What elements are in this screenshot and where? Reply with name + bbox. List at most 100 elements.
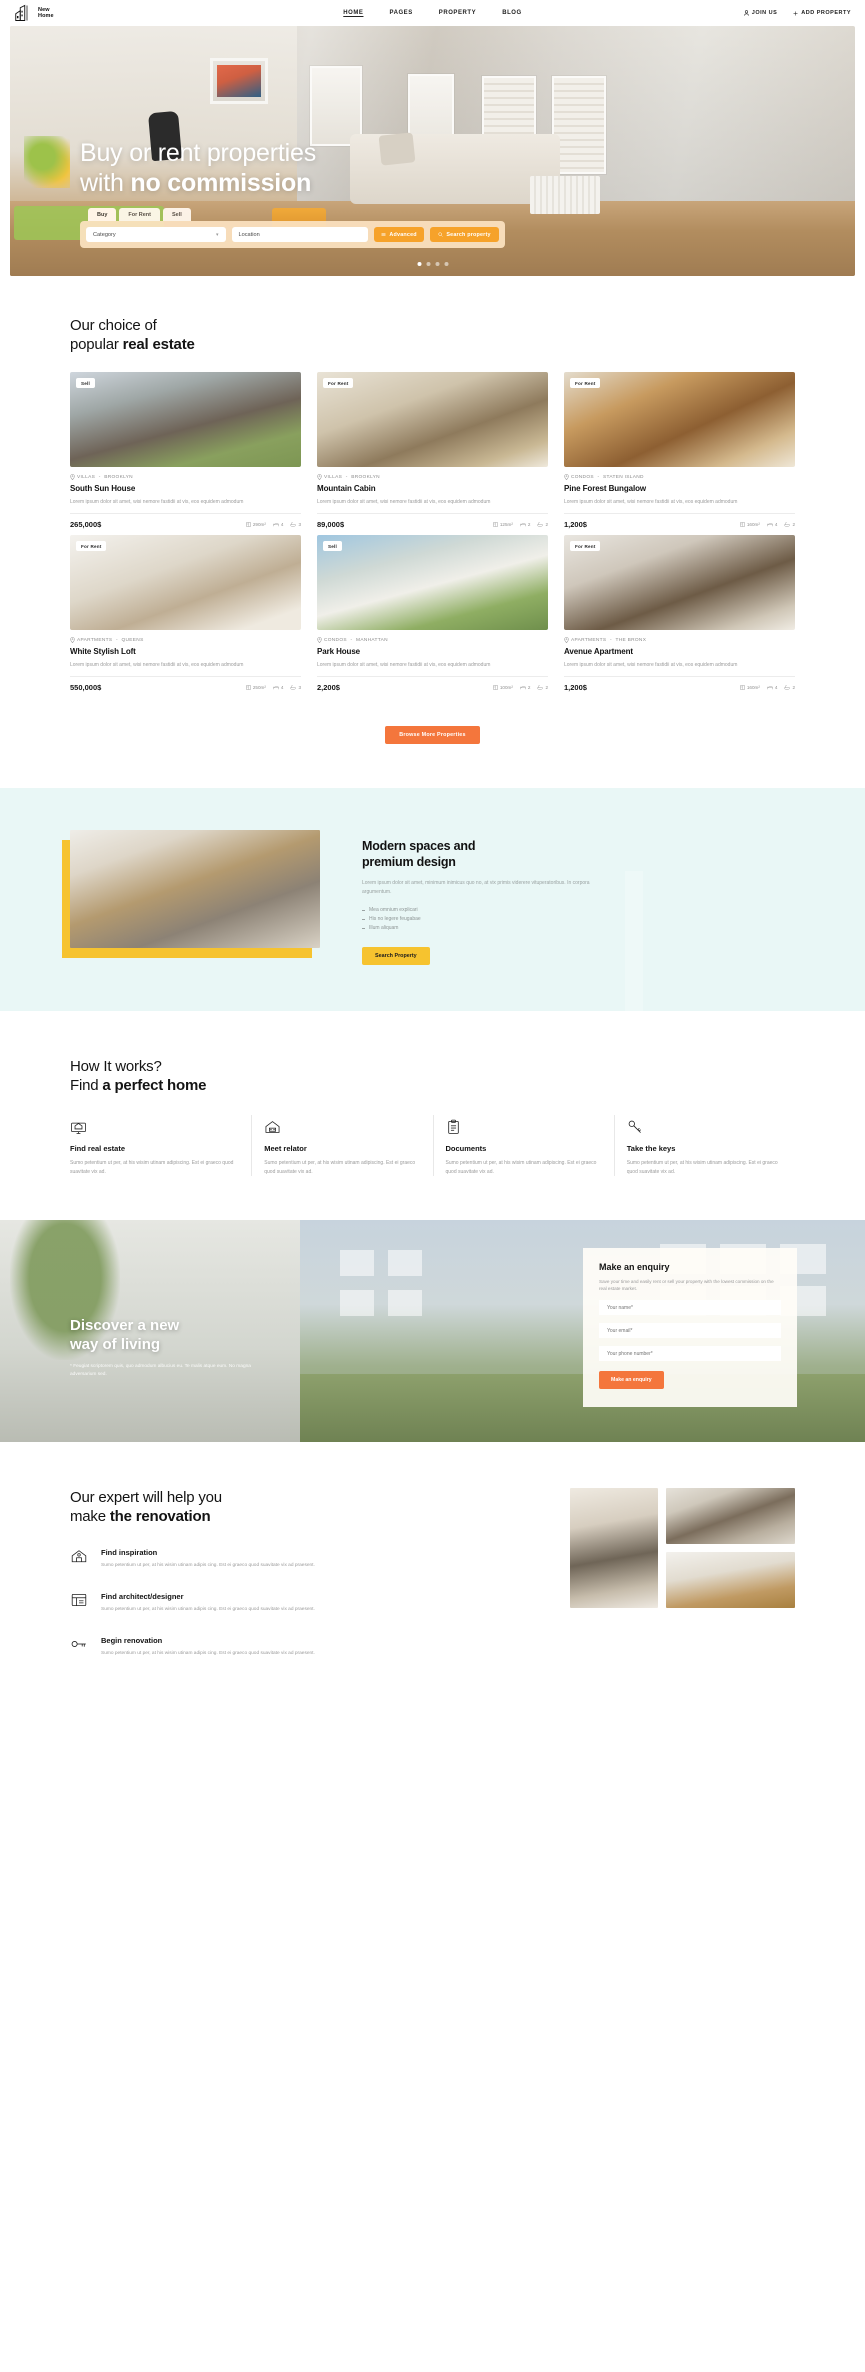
expert-renovation-section: Our expert will help you make the renova…: [0, 1442, 865, 1698]
property-location: Staten Island: [603, 474, 644, 480]
property-photo[interactable]: For Rent: [564, 372, 795, 467]
hero-dot-2[interactable]: [426, 262, 430, 266]
property-card[interactable]: Sell VILLAS - Brooklyn South Sun House L…: [70, 372, 301, 529]
property-card[interactable]: For Rent APARTMENTS - The Bronx Avenue A…: [564, 535, 795, 692]
howit-heading-bold: a perfect home: [102, 1077, 207, 1094]
property-location: Queens: [121, 637, 144, 643]
header-actions: JOIN US ADD PROPERTY: [744, 10, 851, 16]
property-category: VILLAS: [77, 474, 96, 480]
property-footer: 89,000$ 125m² 2 2: [317, 513, 548, 529]
expert-item: Begin renovation Sumo petentium ut per, …: [70, 1636, 534, 1658]
expert-item-desc: Sumo petentium ut per, at his wisim utin…: [101, 1651, 315, 1656]
property-beds: 4: [273, 522, 283, 527]
how-step-title: Documents: [445, 1144, 487, 1153]
site-header: New Home HOME PAGES PROPERTY BLOG JOIN U…: [0, 0, 865, 26]
add-property-button[interactable]: ADD PROPERTY: [793, 10, 851, 16]
property-title[interactable]: Park House: [317, 647, 548, 656]
sliders-icon: [381, 233, 386, 236]
property-category: APARTMENTS: [571, 637, 607, 643]
property-badge: For Rent: [76, 541, 107, 551]
bed-icon: [520, 686, 526, 690]
search-bar: Category ▾ Location Advanced Search prop…: [80, 221, 505, 248]
modern-copy: Modern spaces and premium design Lorem i…: [362, 830, 795, 965]
popular-properties-section: Our choice of popular real estate Sell V…: [0, 276, 865, 744]
property-area-value: 100m²: [499, 685, 513, 690]
pin-icon: [564, 637, 569, 643]
enquiry-title: Make an enquiry: [599, 1262, 670, 1272]
join-us-label: JOIN US: [751, 10, 778, 16]
property-photo[interactable]: For Rent: [317, 372, 548, 467]
property-card[interactable]: Sell CONDOS - Manhattan Park House Lorem…: [317, 535, 548, 692]
property-photo[interactable]: For Rent: [70, 535, 301, 630]
property-category: VILLAS: [324, 474, 343, 480]
hero-slider-dots[interactable]: [417, 262, 448, 266]
property-title[interactable]: Avenue Apartment: [564, 647, 795, 656]
pin-icon: [564, 474, 569, 480]
property-price: 89,000$: [317, 520, 345, 529]
nav-item-property[interactable]: PROPERTY: [439, 10, 476, 16]
modern-bullet-list: Mea omnium explicari His no legere feuga…: [362, 906, 795, 933]
enquiry-phone-input[interactable]: [599, 1346, 781, 1361]
renovation-key-icon: [71, 1641, 86, 1647]
property-card[interactable]: For Rent APARTMENTS - Queens White Styli…: [70, 535, 301, 692]
enquiry-submit-button[interactable]: Make an enquiry: [599, 1371, 664, 1389]
property-baths: 2: [537, 685, 548, 690]
advanced-filter-button[interactable]: Advanced: [374, 227, 425, 242]
property-title[interactable]: White Stylish Loft: [70, 647, 301, 656]
modern-search-property-button[interactable]: Search Property: [362, 947, 430, 965]
search-tab-for-rent[interactable]: For Rent: [119, 208, 161, 221]
property-photo[interactable]: Sell: [317, 535, 548, 630]
enquiry-email-input[interactable]: [599, 1323, 781, 1338]
hero-dot-4[interactable]: [444, 262, 448, 266]
search-tab-sell[interactable]: Sell: [163, 208, 191, 221]
bath-icon: [537, 685, 544, 690]
hero-dot-3[interactable]: [435, 262, 439, 266]
how-step-title: Find real estate: [70, 1144, 126, 1153]
search-property-button[interactable]: Search property: [430, 227, 499, 242]
discover-title-line-2: way of living: [70, 1336, 161, 1353]
area-icon: [740, 685, 745, 690]
brand-line-2: Home: [38, 13, 54, 19]
property-card[interactable]: For Rent VILLAS - Brooklyn Mountain Cabi…: [317, 372, 548, 529]
property-beds: 4: [767, 522, 777, 527]
hero-dot-1[interactable]: [417, 262, 421, 266]
property-title[interactable]: Mountain Cabin: [317, 484, 548, 493]
property-baths-value: 3: [298, 522, 301, 527]
bed-icon: [273, 686, 279, 690]
browse-more-properties-button[interactable]: Browse More Properties: [385, 726, 480, 744]
property-title[interactable]: Pine Forest Bungalow: [564, 484, 795, 493]
bath-icon: [784, 522, 791, 527]
property-title[interactable]: South Sun House: [70, 484, 301, 493]
nav-item-home[interactable]: HOME: [343, 10, 363, 16]
category-select[interactable]: Category ▾: [86, 227, 226, 242]
nav-item-pages[interactable]: PAGES: [389, 10, 412, 16]
pin-icon: [317, 637, 322, 643]
how-step: Find real estate Sumo petentium ut per, …: [70, 1115, 251, 1176]
area-icon: [493, 522, 498, 527]
properties-heading-thin: Our choice of: [70, 317, 157, 334]
property-specs: 290m² 4 3: [246, 522, 301, 527]
advanced-filter-label: Advanced: [389, 231, 417, 238]
property-meta: CONDOS - Staten Island: [564, 474, 795, 480]
nav-item-blog[interactable]: BLOG: [502, 10, 522, 16]
property-description: Lorem ipsum dolor sit amet, wisi nemore …: [564, 662, 738, 668]
inspiration-icon: [71, 1550, 87, 1563]
how-it-works-grid: Find real estate Sumo petentium ut per, …: [70, 1115, 795, 1176]
expert-item-desc: Sumo petentium ut per, at his wisim utin…: [101, 1607, 315, 1612]
area-icon: [493, 685, 498, 690]
location-input[interactable]: Location: [231, 227, 369, 242]
hero-headline: Buy or rent properties with no commissio…: [80, 138, 316, 198]
bath-icon: [537, 522, 544, 527]
enquiry-name-input[interactable]: [599, 1300, 781, 1315]
brand-logo[interactable]: New Home: [14, 4, 54, 22]
property-photo[interactable]: Sell: [70, 372, 301, 467]
expert-item-title: Find architect/designer: [101, 1592, 184, 1601]
hero-decor-window-4: [552, 76, 606, 174]
modern-spaces-section: Modern spaces and premium design Lorem i…: [0, 788, 865, 1011]
search-tab-buy[interactable]: Buy: [88, 208, 117, 221]
property-meta: VILLAS - Brooklyn: [70, 474, 301, 480]
search-tabs: Buy For Rent Sell: [88, 208, 505, 221]
property-card[interactable]: For Rent CONDOS - Staten Island Pine For…: [564, 372, 795, 529]
property-photo[interactable]: For Rent: [564, 535, 795, 630]
join-us-button[interactable]: JOIN US: [744, 10, 778, 16]
